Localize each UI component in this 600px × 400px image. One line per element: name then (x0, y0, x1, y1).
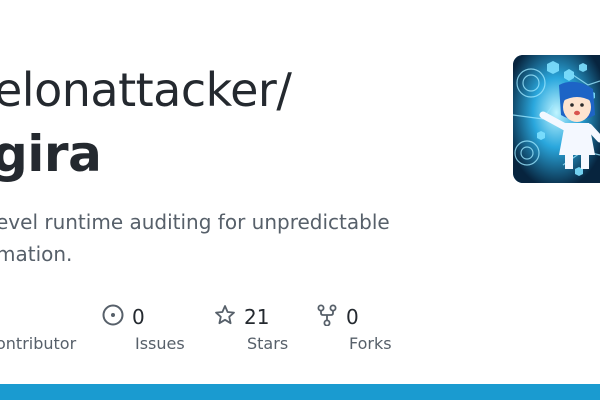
repo-description: evel runtime auditing for unpredictable … (0, 206, 416, 270)
forks-label: Forks (349, 334, 392, 353)
issues-icon (102, 304, 124, 330)
description-line-2: mation. (0, 242, 73, 266)
star-icon (214, 304, 236, 330)
stars-label: Stars (247, 334, 289, 353)
repo-owner-title[interactable]: elonattacker/ (0, 60, 292, 120)
contributors-label: ontributor (0, 334, 77, 353)
issues-label: Issues (135, 334, 185, 353)
fork-icon (316, 304, 338, 330)
forks-count: 0 (346, 305, 359, 329)
stars-count: 21 (244, 305, 270, 329)
issues-stat[interactable]: 0 Issues (102, 304, 185, 353)
repo-avatar-image (513, 55, 600, 183)
bottom-accent-bar (0, 384, 600, 400)
description-line-1: evel runtime auditing for unpredictable (0, 210, 390, 234)
forks-stat[interactable]: 0 Forks (316, 304, 392, 353)
repo-name-title[interactable]: gira (0, 124, 102, 184)
avatar-illustration (513, 55, 600, 183)
stars-stat[interactable]: 21 Stars (214, 304, 288, 353)
issues-count: 0 (132, 305, 145, 329)
